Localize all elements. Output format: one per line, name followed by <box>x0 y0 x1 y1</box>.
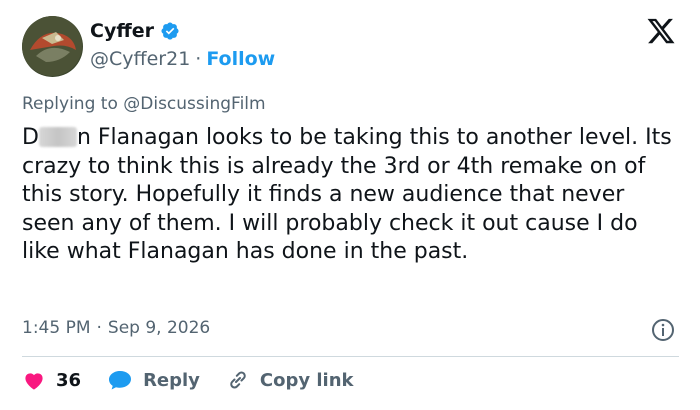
display-name[interactable]: Cyffer <box>90 20 154 42</box>
replying-to-prefix: Replying to <box>22 94 124 114</box>
replying-to: Replying to @DiscussingFilm <box>22 94 266 114</box>
handle-separator: · <box>195 48 202 70</box>
follow-button[interactable]: Follow <box>206 48 275 70</box>
divider <box>22 356 679 357</box>
redacted-blur <box>38 127 77 147</box>
x-logo-icon[interactable] <box>645 16 677 46</box>
avatar[interactable] <box>22 16 83 77</box>
action-bar: 36 Reply Copy link <box>22 368 380 392</box>
tweet-time: 1:45 PM <box>22 318 91 338</box>
user-handle[interactable]: @Cyffer21 <box>90 48 190 70</box>
replying-to-mention[interactable]: @DiscussingFilm <box>123 94 265 114</box>
heart-icon <box>25 373 43 390</box>
tweet-text-start: D <box>22 125 39 150</box>
tweet-timestamp[interactable]: 1:45 PM · Sep 9, 2026 <box>22 318 210 338</box>
copy-link-label: Copy link <box>259 369 354 391</box>
meta-separator: · <box>96 318 102 338</box>
copy-link-button[interactable]: Copy link <box>226 368 354 392</box>
verified-badge-icon <box>161 22 179 40</box>
tweet-text: Dn Flanagan looks to be taking this to a… <box>22 124 677 267</box>
link-icon <box>230 371 246 389</box>
reply-bubble-icon <box>109 371 132 390</box>
reply-label: Reply <box>143 369 200 391</box>
like-count: 36 <box>56 369 82 391</box>
tweet-date: Sep 9, 2026 <box>107 318 211 338</box>
tweet-text-rest: n Flanagan looks to be taking this to an… <box>22 125 679 265</box>
reply-button[interactable]: Reply <box>107 368 200 392</box>
like-button[interactable]: 36 <box>22 368 81 392</box>
info-icon[interactable] <box>651 318 675 342</box>
